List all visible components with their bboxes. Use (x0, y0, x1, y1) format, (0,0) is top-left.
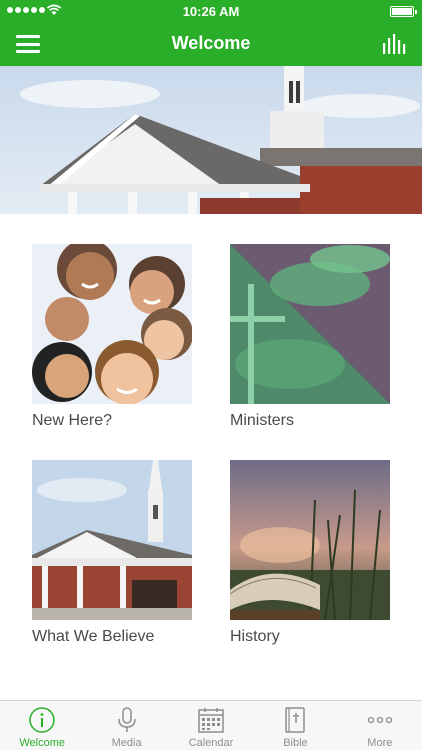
tab-more[interactable]: More (338, 701, 422, 750)
tab-calendar[interactable]: Calendar (169, 701, 253, 750)
tile-new-here[interactable]: New Here? (32, 244, 192, 430)
new-here-image (32, 244, 192, 404)
tile-what-we-believe[interactable]: What We Believe (32, 460, 192, 646)
hero-church-image (0, 66, 422, 214)
tab-label: Bible (283, 737, 308, 749)
tab-bible[interactable]: Bible (253, 701, 337, 750)
page-title: Welcome (171, 33, 251, 53)
battery-icon (390, 6, 417, 17)
tab-bar: Welcome Media Calendar Bible More (0, 700, 422, 750)
tile-label: What We Believe (32, 628, 155, 645)
status-bar: 10:26 AM (0, 0, 422, 22)
more-icon (367, 716, 392, 724)
calendar-icon (198, 708, 224, 733)
tab-media[interactable]: Media (84, 701, 168, 750)
status-time: 10:26 AM (182, 4, 240, 19)
tab-label: Media (111, 737, 142, 749)
nav-bar: Welcome (0, 22, 422, 66)
tile-label: New Here? (32, 412, 113, 429)
microphone-icon (117, 707, 136, 732)
ministers-image (230, 244, 390, 404)
bar-chart-icon[interactable] (382, 34, 408, 54)
bible-icon (285, 707, 306, 733)
tile-history[interactable]: History (230, 460, 390, 646)
tab-label: Calendar (188, 737, 234, 749)
tab-label: Welcome (19, 737, 66, 749)
tile-label: History (230, 628, 280, 645)
tile-ministers[interactable]: Ministers (230, 244, 390, 430)
tab-label: More (367, 737, 393, 749)
tile-label: Ministers (230, 412, 295, 429)
info-icon (29, 707, 55, 733)
history-image (230, 460, 390, 620)
tab-welcome[interactable]: Welcome (0, 701, 84, 750)
what-we-believe-image (32, 460, 192, 620)
